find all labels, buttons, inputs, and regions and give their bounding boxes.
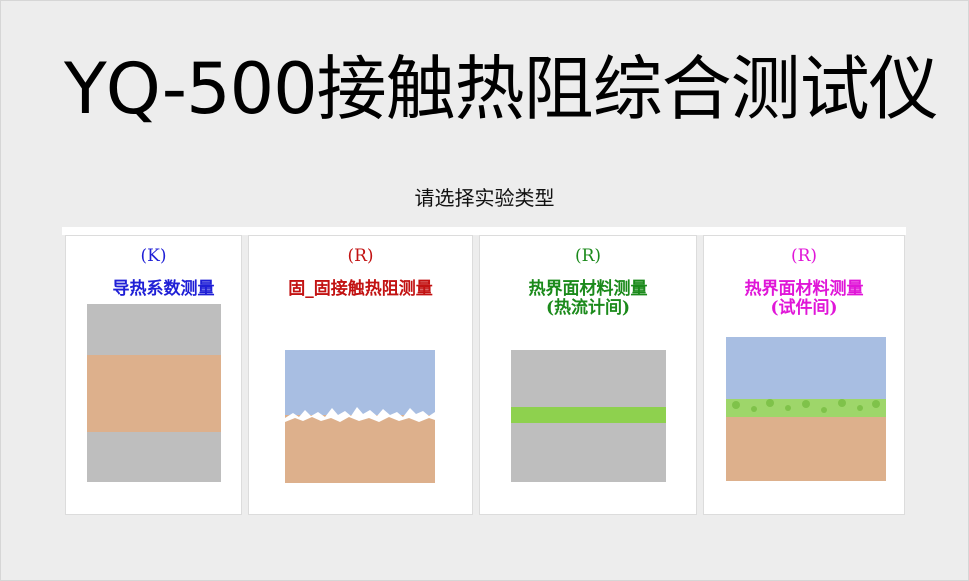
card-tim-between-specimens[interactable]: (R) 热界面材料测量 (试件间) [703, 235, 905, 515]
card-name-label: 导热系数测量 [112, 279, 215, 299]
card-name-label: 热界面材料测量 (试件间) [744, 279, 864, 318]
card-solid-contact-resistance[interactable]: (R) 固_固接触热阻测量 [248, 235, 473, 515]
tim-meter-illustration [511, 350, 666, 482]
tim-specimen-illustration [726, 337, 886, 481]
sample-layer [87, 355, 221, 432]
card-top-strip [62, 227, 906, 235]
upper-meter-layer [511, 350, 666, 407]
card-name-label: 热界面材料测量 (热流计间) [528, 279, 648, 318]
contact-interface-illustration [285, 350, 435, 483]
card-kind-label: (R) [347, 246, 374, 266]
app-title: YQ-500接触热阻综合测试仪 [64, 48, 939, 130]
card-kind-label: (R) [574, 246, 602, 266]
card-name-label: 固_固接触热阻测量 [288, 279, 433, 299]
lower-meter-layer [87, 432, 221, 482]
card-kind-label: (R) [790, 246, 818, 266]
tim-layer [511, 407, 666, 423]
card-thermal-conductivity[interactable]: (K) 导热系数测量 [65, 235, 242, 515]
select-experiment-prompt: 请选择实验类型 [414, 186, 555, 210]
lower-meter-layer [511, 423, 666, 482]
card-kind-label: (K) [140, 246, 167, 266]
upper-meter-layer [87, 304, 221, 355]
card-tim-between-meters[interactable]: (R) 热界面材料测量 (热流计间) [479, 235, 697, 515]
sample-stack-illustration [87, 304, 221, 482]
